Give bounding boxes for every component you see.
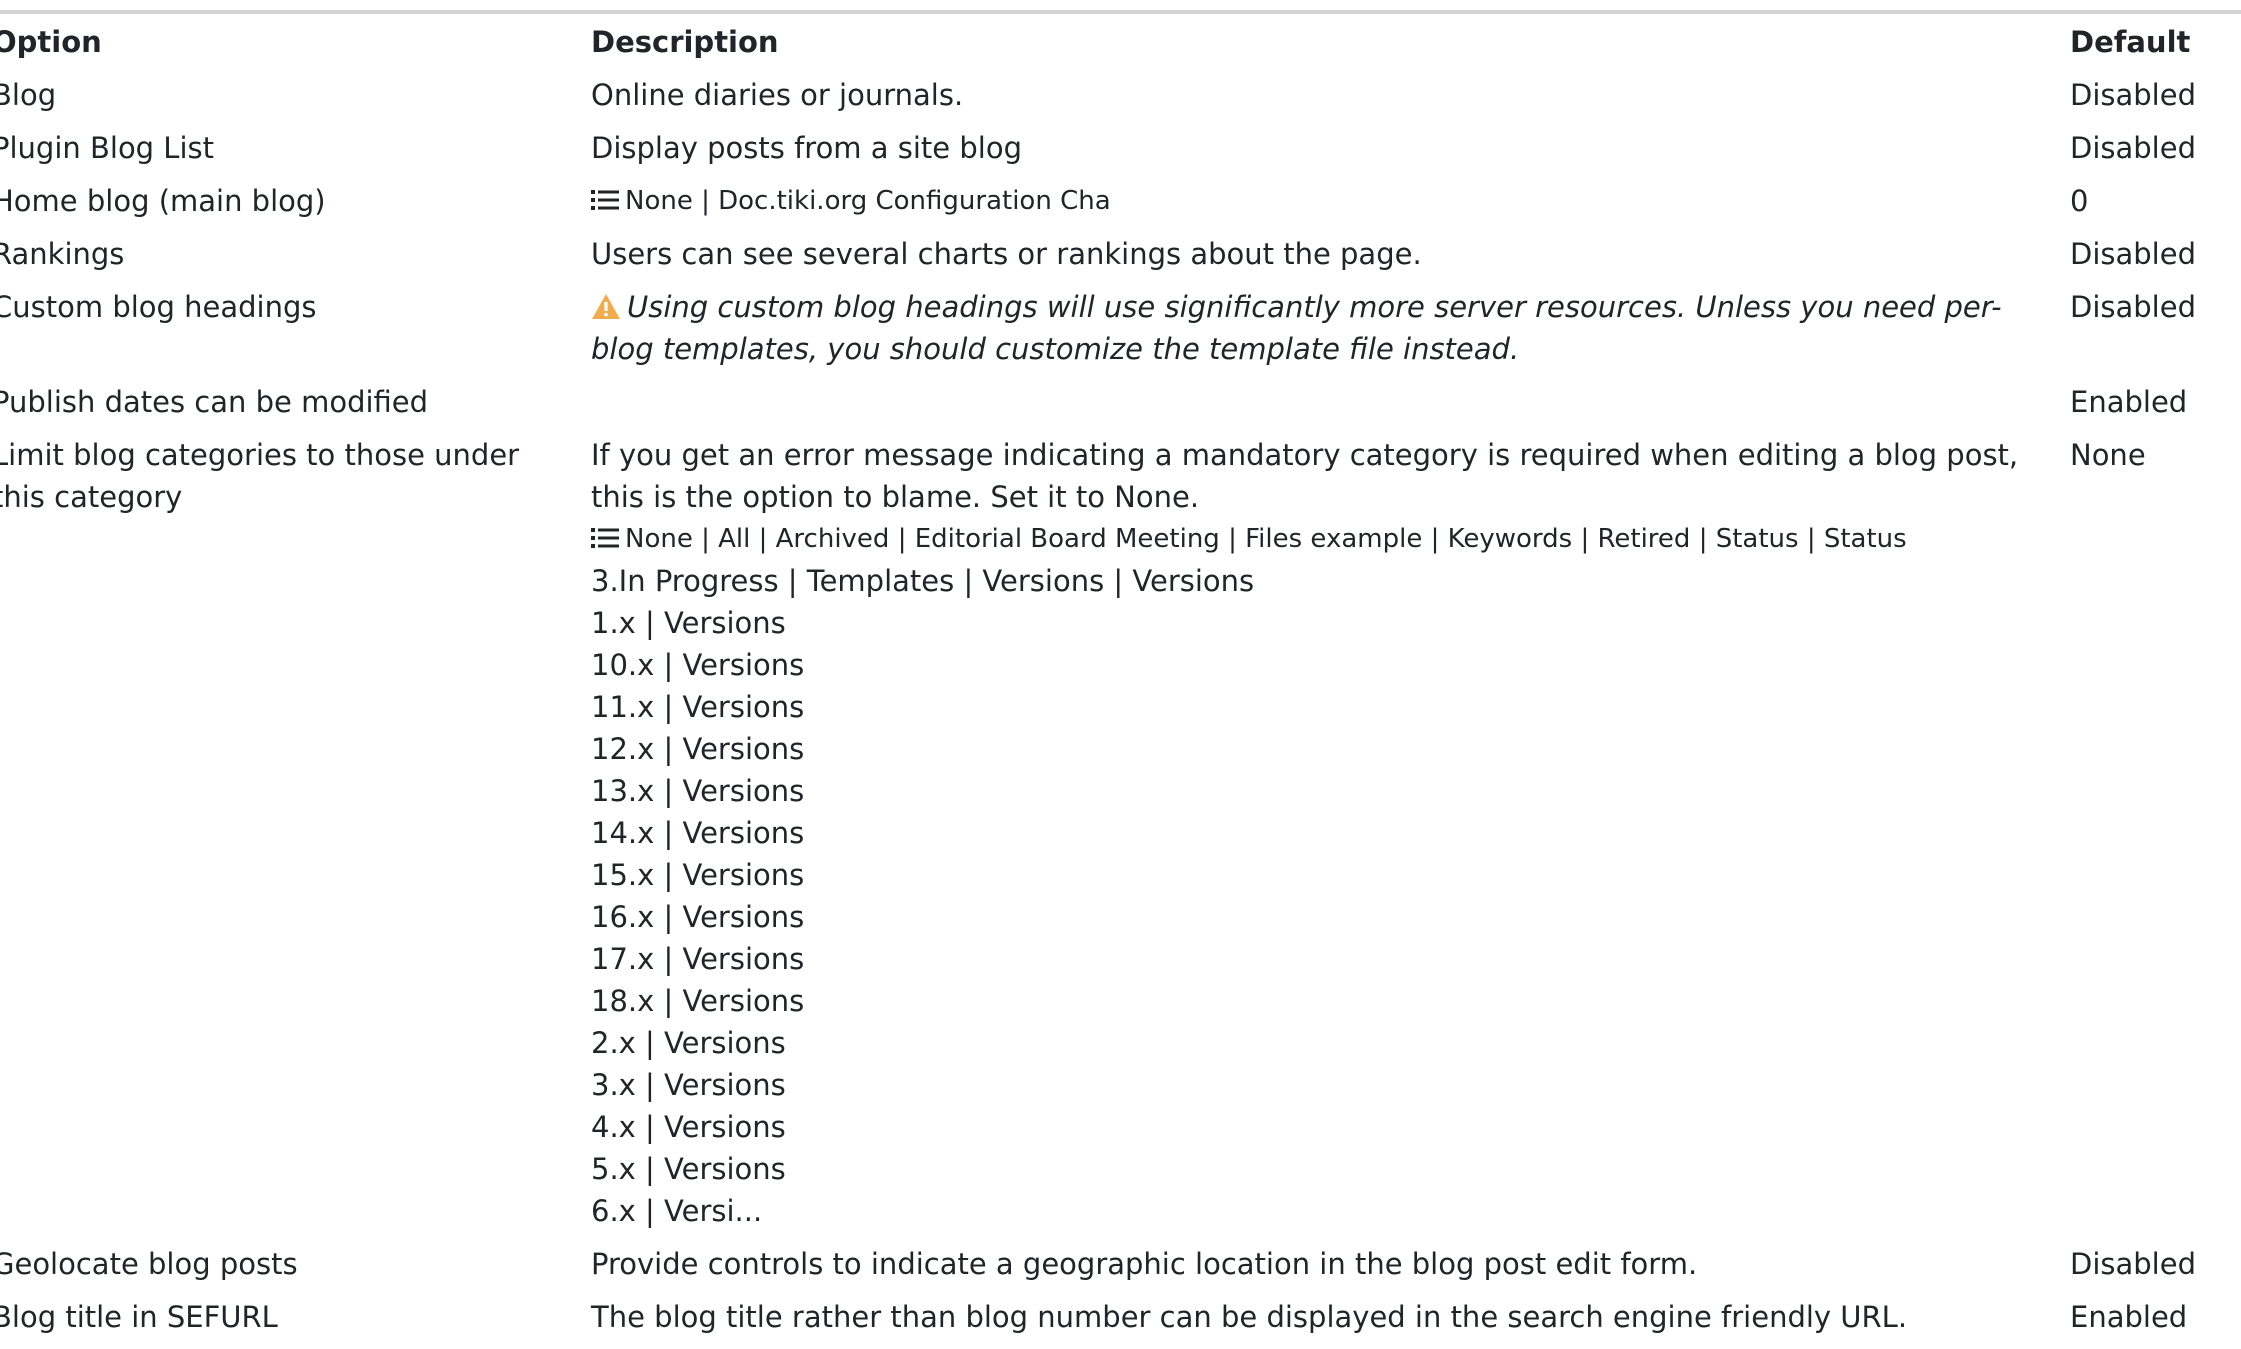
column-header-option: Option (0, 25, 102, 59)
option-name: Blog title in SEFURL (0, 1300, 278, 1334)
option-name: Plugin Blog List (0, 131, 215, 165)
options-continued-line: 2.x | Versions (591, 1026, 786, 1060)
options-continued-line: 4.x | Versions (591, 1110, 786, 1144)
option-name: Custom blog headings (0, 290, 317, 324)
warning-text-line-1: Using custom blog headings will use sign… (627, 290, 2002, 324)
warning-icon (592, 294, 620, 319)
table-row: Geolocate blog posts Provide controls to… (0, 1243, 2241, 1296)
options-continued-line: 3.x | Versions (591, 1068, 786, 1102)
table-row: Rankings Users can see several charts or… (0, 233, 2241, 286)
option-description (591, 381, 2070, 434)
option-default: Disabled (2070, 237, 2196, 271)
options-continued-line: 15.x | Versions (591, 858, 805, 892)
warning-message: Using custom blog headings will use sign… (591, 286, 2048, 328)
table-row: Publish dates can be modified Enabled (0, 381, 2241, 434)
table-row: Plugin Blog List Display posts from a si… (0, 127, 2241, 180)
table-row: Limit blog categories to those under thi… (0, 434, 2241, 1243)
option-default: Enabled (2070, 1300, 2188, 1334)
list-icon (591, 528, 619, 548)
warning-text-line-2: blog templates, you should customize the… (591, 332, 1520, 366)
table-row: Blog Online diaries or journals. Disable… (0, 74, 2241, 127)
options-continued-line: 3.In Progress | Templates | Versions | V… (591, 564, 1255, 598)
option-description: Online diaries or journals. (591, 78, 964, 112)
option-description: None | Doc.tiki.org Configuration Cha (591, 180, 2070, 233)
option-name-line-2: this category (0, 480, 183, 514)
option-default: Disabled (2070, 131, 2196, 165)
options-continued-line: 14.x | Versions (591, 816, 805, 850)
table-header-row: Option Description Default (0, 21, 2241, 74)
option-default: Disabled (2070, 1247, 2196, 1281)
option-name: Rankings (0, 237, 125, 271)
options-list: None | Doc.tiki.org Configuration Cha (591, 180, 2048, 222)
options-continued-line: 5.x | Versions (591, 1152, 786, 1186)
option-description: Provide controls to indicate a geographi… (591, 1247, 1698, 1281)
options-continued-line: 11.x | Versions (591, 690, 805, 724)
option-default: 0 (2070, 184, 2089, 218)
options-continued-line: 17.x | Versions (591, 942, 805, 976)
options-list-text: None | All | Archived | Editorial Board … (625, 524, 1907, 554)
option-name: Geolocate blog posts (0, 1247, 298, 1281)
options-continued-line: 13.x | Versions (591, 774, 805, 808)
option-description: If you get an error message indicating a… (591, 434, 2070, 1243)
preferences-table: Option Description Default Blog Online d… (0, 21, 2241, 1349)
table-row: Custom blog headings Using custom blog h… (0, 286, 2241, 381)
option-default: Disabled (2070, 78, 2196, 112)
table-row: Blog title in SEFURL The blog title rath… (0, 1296, 2241, 1349)
list-icon (591, 190, 619, 210)
options-continued-line: 6.x | Versi... (591, 1194, 763, 1228)
option-description: Users can see several charts or rankings… (591, 237, 1422, 271)
table-row: Home blog (main blog) None | Doc.tiki.or… (0, 180, 2241, 233)
option-default: Disabled (2070, 290, 2196, 324)
option-name: Limit blog categories to those under thi… (0, 434, 591, 1243)
options-continued-line: 1.x | Versions (591, 606, 786, 640)
options-continued-line: 18.x | Versions (591, 984, 805, 1018)
option-name: Blog (0, 78, 57, 112)
option-default: None (2070, 438, 2146, 472)
option-default: Enabled (2070, 385, 2188, 419)
option-description: Display posts from a site blog (591, 131, 1022, 165)
options-list-text: None | Doc.tiki.org Configuration Cha (625, 186, 1111, 216)
options-continued-line: 10.x | Versions (591, 648, 805, 682)
option-description: Using custom blog headings will use sign… (591, 286, 2070, 381)
option-name-line-1: Limit blog categories to those under (0, 438, 520, 472)
option-description: The blog title rather than blog number c… (591, 1300, 1908, 1334)
options-continued-line: 12.x | Versions (591, 732, 805, 766)
option-name: Publish dates can be modified (0, 385, 429, 419)
option-name: Home blog (main blog) (0, 184, 326, 218)
options-list: None | All | Archived | Editorial Board … (591, 518, 2048, 560)
options-continued-line: 16.x | Versions (591, 900, 805, 934)
description-line-1: If you get an error message indicating a… (591, 438, 2019, 472)
top-divider (0, 10, 2241, 14)
column-header-description: Description (591, 25, 779, 59)
description-line-2: this is the option to blame. Set it to N… (591, 480, 1200, 514)
column-header-default: Default (2070, 25, 2191, 59)
